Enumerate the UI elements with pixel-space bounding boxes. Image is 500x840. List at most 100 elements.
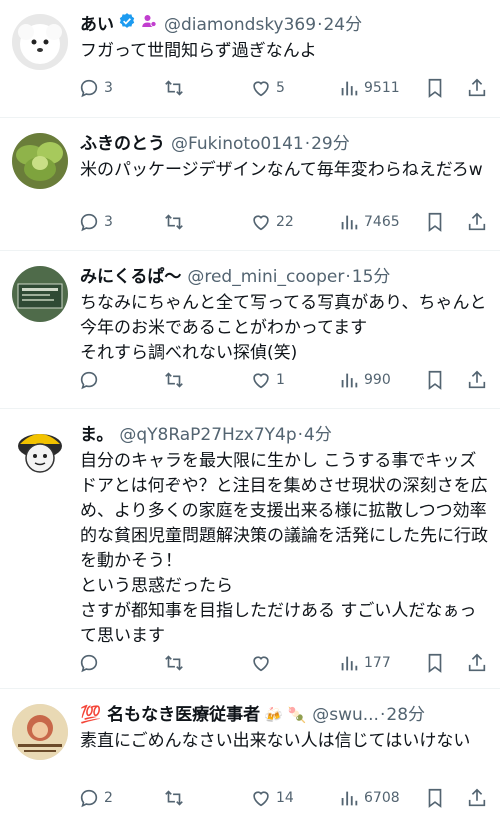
share-icon — [468, 78, 486, 97]
separator-dot: · — [379, 705, 386, 725]
separator-dot: · — [304, 134, 311, 154]
retweet-icon — [165, 214, 183, 230]
retweet-icon — [165, 655, 183, 671]
reply-button[interactable] — [78, 369, 104, 391]
tweet[interactable]: あい @diamondsky369 · 24分 フガって世間知らず過ぎなんよ 3 — [0, 0, 500, 118]
views-bar-chart-icon — [341, 215, 358, 230]
reply-icon — [80, 371, 98, 390]
bookmark-button[interactable] — [424, 652, 446, 674]
reply-feed: あい @diamondsky369 · 24分 フガって世間知らず過ぎなんよ 3 — [0, 0, 500, 840]
retweet-icon — [165, 80, 183, 96]
display-name[interactable]: ふきのとう — [80, 131, 165, 157]
timestamp[interactable]: 4分 — [304, 422, 332, 448]
views-button[interactable]: 7465 — [338, 211, 400, 233]
avatar[interactable] — [12, 133, 68, 189]
views-bar-chart-icon — [341, 791, 358, 806]
reply-icon — [80, 79, 98, 98]
affiliate-person-icon — [140, 12, 158, 38]
reply-button[interactable]: 2 — [78, 787, 113, 809]
reply-count: 3 — [104, 214, 113, 230]
reply-button[interactable]: 3 — [78, 211, 113, 233]
wanted-poster-avatar-icon — [12, 704, 68, 760]
view-count: 6708 — [364, 790, 400, 806]
tweet-text: フガって世間知らず過ぎなんよ — [80, 41, 317, 61]
display-name[interactable]: ま。 — [80, 422, 113, 448]
like-button[interactable]: 22 — [250, 211, 294, 233]
bookmark-icon — [428, 788, 442, 808]
views-button[interactable]: 990 — [338, 369, 391, 391]
tweet[interactable]: みにくるぱ〜 @red_mini_cooper · 15分 ちなみにちゃんと全て… — [0, 252, 500, 409]
like-button[interactable]: 1 — [250, 369, 285, 391]
heart-icon — [253, 373, 269, 389]
views-button[interactable]: 6708 — [338, 787, 400, 809]
like-button[interactable]: 5 — [250, 77, 285, 99]
bookmark-icon — [428, 653, 442, 673]
timestamp[interactable]: 29分 — [311, 131, 350, 157]
timestamp[interactable]: 15分 — [352, 264, 391, 290]
white-dog-avatar-icon — [12, 14, 68, 70]
views-button[interactable]: 177 — [338, 652, 391, 674]
display-name[interactable]: あい — [80, 12, 114, 38]
share-button[interactable] — [466, 369, 488, 391]
retweet-button[interactable] — [163, 652, 189, 674]
tweet[interactable]: ま。 @qY8RaP27Hzx7Y4p · 4分 自分のキャラを最大限に生かし … — [0, 410, 500, 689]
separator-dot: · — [297, 425, 304, 445]
tweet[interactable]: ふきのとう @Fukinoto0141 · 29分 米のパッケージデザインなんて… — [0, 119, 500, 251]
avatar[interactable] — [12, 704, 68, 760]
bookmark-icon — [428, 78, 442, 98]
share-icon — [468, 788, 486, 807]
bookmark-icon — [428, 370, 442, 390]
like-button[interactable] — [250, 652, 276, 674]
tweet-text: 米のパッケージデザインなんて毎年変わらねえだろw — [80, 160, 483, 180]
bookmark-button[interactable] — [424, 77, 446, 99]
avatar[interactable] — [12, 14, 68, 70]
retweet-button[interactable] — [163, 787, 189, 809]
timestamp[interactable]: 24分 — [323, 12, 362, 38]
view-count: 990 — [364, 372, 391, 388]
avatar[interactable] — [12, 266, 68, 322]
bookmark-button[interactable] — [424, 787, 446, 809]
bookmark-button[interactable] — [424, 211, 446, 233]
tweet-text: ちなみにちゃんと全て写ってる写真があり、ちゃんと今年のお米であることがわかってま… — [80, 293, 487, 363]
share-button[interactable] — [466, 77, 488, 99]
view-count: 177 — [364, 655, 391, 671]
bookmark-button[interactable] — [424, 369, 446, 391]
tweet-text: 素直にごめんなさい出来ない人は信じてはいけない — [80, 731, 471, 751]
views-button[interactable]: 9511 — [338, 77, 400, 99]
user-handle[interactable]: @red_mini_cooper — [187, 264, 344, 290]
reply-icon — [80, 213, 98, 232]
tweet[interactable]: 💯 名もなき医療従事者 🍻 🍡 @swu... · 28分 素直にごめんなさい出… — [0, 690, 500, 840]
user-handle[interactable]: @swu... — [312, 702, 379, 728]
user-handle[interactable]: @qY8RaP27Hzx7Y4p — [119, 422, 296, 448]
retweet-icon — [165, 790, 183, 806]
view-count: 9511 — [364, 80, 400, 96]
bookmark-icon — [428, 212, 442, 232]
display-name[interactable]: 💯 名もなき医療従事者 — [80, 702, 260, 728]
reply-count: 2 — [104, 790, 113, 806]
share-button[interactable] — [466, 787, 488, 809]
views-bar-chart-icon — [341, 656, 358, 671]
user-handle[interactable]: @Fukinoto0141 — [171, 131, 304, 157]
retweet-button[interactable] — [163, 369, 189, 391]
retweet-button[interactable] — [163, 77, 189, 99]
verified-check-icon — [118, 12, 136, 38]
reply-button[interactable]: 3 — [78, 77, 113, 99]
reply-count: 3 — [104, 80, 113, 96]
avatar[interactable] — [12, 424, 68, 480]
like-count: 22 — [276, 214, 294, 230]
separator-dot: · — [345, 267, 351, 287]
retweet-button[interactable] — [163, 211, 189, 233]
like-count: 5 — [276, 80, 285, 96]
share-button[interactable] — [466, 652, 488, 674]
share-button[interactable] — [466, 211, 488, 233]
reply-button[interactable] — [78, 652, 104, 674]
heart-icon — [253, 215, 269, 231]
share-icon — [468, 370, 486, 389]
views-bar-chart-icon — [341, 81, 358, 96]
timestamp[interactable]: 28分 — [386, 702, 425, 728]
name-emoji: 🍻 🍡 — [264, 706, 307, 724]
user-handle[interactable]: @diamondsky369 — [164, 12, 316, 38]
reply-icon — [80, 654, 98, 673]
display-name[interactable]: みにくるぱ〜 — [80, 264, 181, 290]
like-button[interactable]: 14 — [250, 787, 294, 809]
